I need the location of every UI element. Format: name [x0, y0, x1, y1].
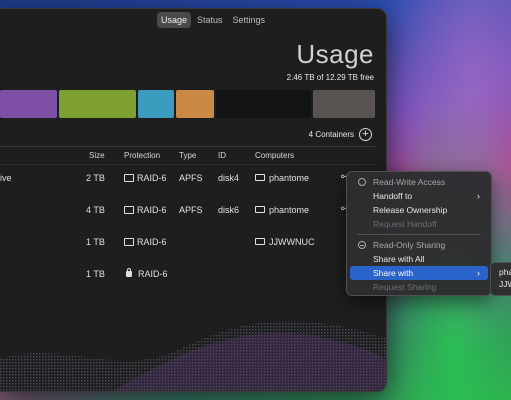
row-id: disk4: [218, 173, 240, 183]
monitor-icon: [255, 206, 265, 214]
raid-icon: [124, 237, 134, 246]
row-name: ive: [0, 173, 12, 183]
usage-segment-free: [216, 90, 312, 118]
usage-bar: [0, 90, 375, 118]
toolbar: Usage Status Settings: [0, 9, 386, 31]
raid-icon: [124, 173, 134, 182]
col-id[interactable]: ID: [218, 151, 226, 160]
raid-icon: [124, 205, 134, 214]
menu-header-read-write: Read-Write Access: [350, 175, 488, 189]
col-computers[interactable]: Computers: [255, 151, 294, 160]
usage-segment-gray[interactable]: [313, 90, 375, 118]
table-row[interactable]: ive 2 TB RAID-6 APFS disk4 phantome ⚯: [0, 172, 375, 189]
table-header: Size Protection Type ID Computers: [0, 151, 375, 163]
row-protection: RAID-6: [124, 267, 168, 279]
usage-segment-blue[interactable]: [137, 90, 174, 118]
lock-icon: [126, 267, 132, 277]
row-id: disk6: [218, 205, 240, 215]
context-menu: Read-Write Access Handoff to › Release O…: [346, 171, 492, 296]
row-size: 1 TB: [86, 237, 105, 247]
share-with-submenu: pha JJW: [490, 262, 511, 296]
table-row[interactable]: 4 TB RAID-6 APFS disk6 phantome ⚯: [0, 204, 375, 221]
menu-item-handoff-to[interactable]: Handoff to ›: [350, 189, 488, 203]
menu-item-share-with[interactable]: Share with ›: [350, 266, 488, 280]
divider: [0, 146, 375, 147]
row-computer: phantome: [255, 173, 309, 183]
table-row[interactable]: 1 TB RAID-6 JJWWNUC: [0, 237, 375, 253]
submenu-item[interactable]: JJW: [499, 278, 511, 290]
usage-segment-purple[interactable]: [0, 90, 57, 118]
containers-count: 4 Containers: [308, 130, 354, 139]
add-container-icon[interactable]: +: [359, 128, 372, 141]
tab-usage[interactable]: Usage: [156, 12, 191, 28]
submenu-item[interactable]: pha: [499, 266, 511, 278]
monitor-icon: [255, 238, 265, 246]
radio-icon: [358, 178, 366, 186]
row-type: APFS: [179, 173, 203, 183]
row-type: APFS: [179, 205, 203, 215]
row-protection: RAID-6: [124, 237, 167, 247]
row-protection: RAID-6: [124, 205, 167, 215]
chevron-right-icon: ›: [477, 268, 480, 278]
app-window: Usage Status Settings Usage 2.46 TB of 1…: [0, 8, 387, 392]
row-size: 2 TB: [86, 173, 105, 183]
col-type[interactable]: Type: [179, 151, 196, 160]
row-computer: JJWWNUC: [255, 237, 315, 247]
divider: [0, 164, 375, 165]
menu-item-release-ownership[interactable]: Release Ownership: [350, 203, 488, 217]
menu-item-request-sharing: Request Sharing: [373, 282, 437, 292]
tab-status[interactable]: Status: [193, 12, 227, 28]
containers-header: 4 Containers +: [309, 128, 372, 141]
menu-separator: [357, 234, 481, 235]
usage-segment-orange[interactable]: [175, 90, 215, 118]
monitor-icon: [255, 174, 265, 182]
col-protection[interactable]: Protection: [124, 151, 160, 160]
tab-settings[interactable]: Settings: [229, 12, 270, 28]
row-protection: RAID-6: [124, 173, 167, 183]
usage-segment-green[interactable]: [58, 90, 136, 118]
row-size: 1 TB: [86, 269, 105, 279]
decorative-wave-pattern: [0, 299, 386, 391]
menu-item-request-handoff: Request Handoff: [373, 219, 437, 229]
minus-circle-icon: [358, 241, 366, 249]
menu-item-share-with-all[interactable]: Share with All: [350, 252, 488, 266]
tab-bar: Usage Status Settings: [156, 12, 270, 28]
free-space-label: 2.46 TB of 12.29 TB free: [286, 73, 374, 82]
row-size: 4 TB: [86, 205, 105, 215]
table-row[interactable]: 1 TB RAID-6: [0, 267, 375, 285]
col-size[interactable]: Size: [89, 151, 105, 160]
menu-header-read-only: Read-Only Sharing: [350, 238, 488, 252]
page-title: Usage: [296, 39, 374, 69]
row-computer: phantome: [255, 205, 309, 215]
chevron-right-icon: ›: [477, 191, 480, 201]
